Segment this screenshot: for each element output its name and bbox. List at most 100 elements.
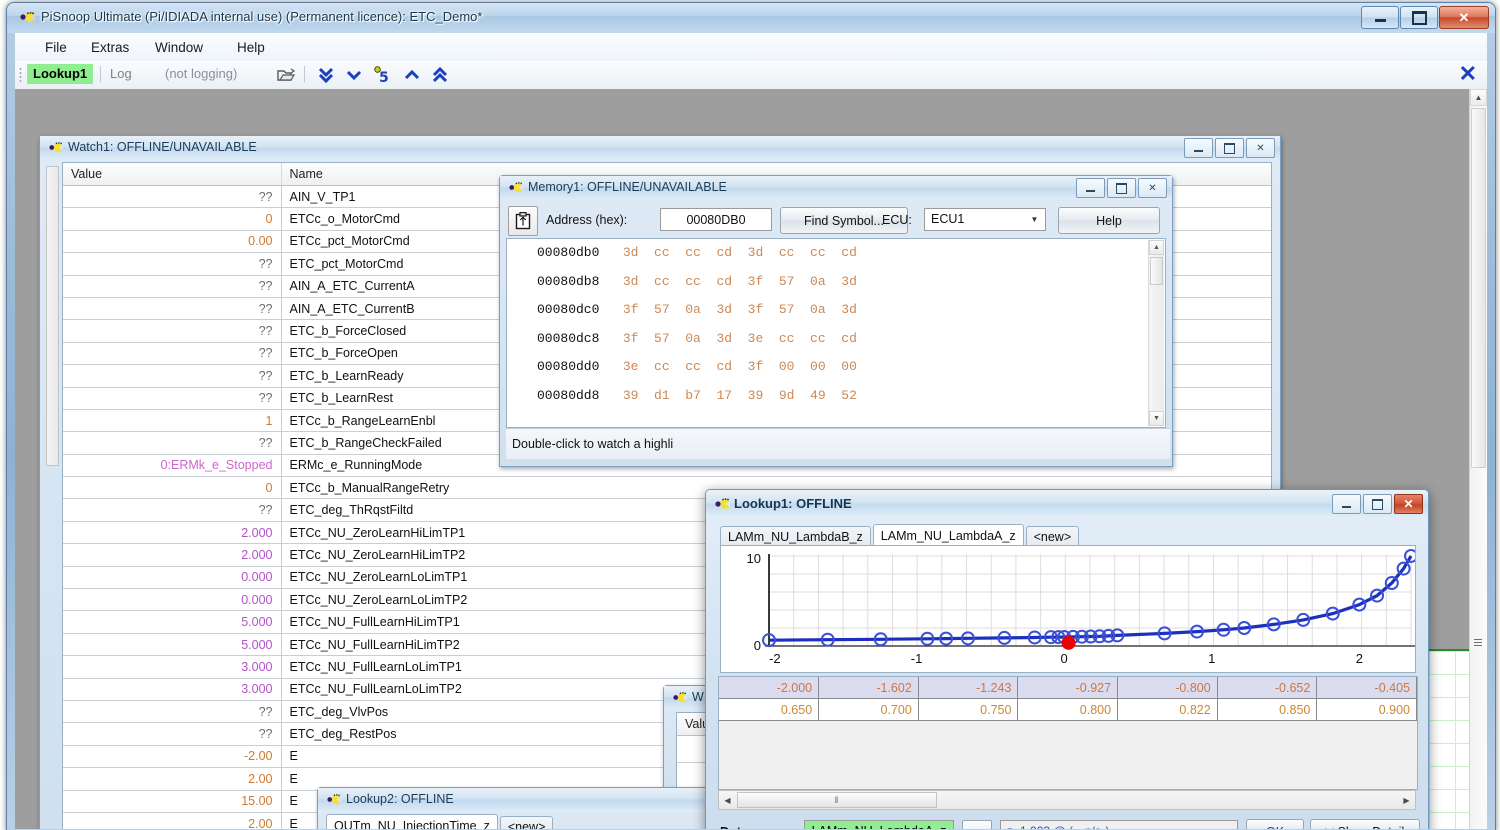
x-cell[interactable]: -1.602 (818, 677, 919, 699)
watch-value-cell[interactable]: -2.00 (63, 745, 282, 769)
y-cell[interactable]: 0.700 (818, 698, 919, 721)
watch-value-cell[interactable]: 0.000 (63, 566, 282, 590)
menu-extras[interactable]: Extras (83, 38, 137, 57)
memory1-maximize-button[interactable] (1107, 178, 1136, 198)
menu-file[interactable]: File (37, 38, 75, 57)
mdi-vertical-scrollbar[interactable]: ▲ (1469, 89, 1487, 829)
close-button[interactable]: ✕ (1439, 6, 1489, 29)
y-cell[interactable]: 0.650 (719, 698, 820, 721)
scroll-up-arrow-icon[interactable]: ▲ (1470, 89, 1487, 106)
memory1-hex-scrollbar[interactable]: ▲ ▼ (1148, 240, 1164, 426)
lookup1-minimize-button[interactable] (1332, 494, 1361, 514)
close-document-icon[interactable]: ✕ (1459, 63, 1477, 85)
watch-value-cell[interactable]: 5.000 (63, 610, 282, 634)
watch-value-cell[interactable]: 1 (63, 409, 282, 433)
watch-value-cell[interactable]: 0.000 (63, 588, 282, 612)
watch-value-cell[interactable]: 0:ERMk_e_Stopped (63, 454, 282, 478)
ok-button[interactable]: OK (1246, 819, 1304, 829)
watch1-minimize-button[interactable] (1184, 138, 1213, 158)
minimize-button[interactable] (1361, 6, 1399, 29)
mdi-scroll-thumb[interactable] (1471, 108, 1486, 468)
memory1-address-input[interactable]: 00080DB0 (660, 208, 772, 231)
data-array-value[interactable]: LAMm_NU_LambdaA_z (804, 820, 954, 829)
clipboard-icon[interactable] (508, 206, 538, 236)
mdi-scroll-grip[interactable] (1474, 639, 1482, 647)
toolbar-log-label[interactable]: Log (110, 66, 132, 81)
y-cell[interactable]: 0.800 (1017, 698, 1119, 721)
watch-value-cell[interactable]: 2.00 (63, 767, 282, 791)
watch-value-cell[interactable]: 2.00 (63, 812, 282, 829)
memory1-minimize-button[interactable] (1076, 178, 1105, 198)
scroll-up-arrow-icon[interactable]: ▲ (1149, 240, 1164, 255)
memory-hex-row[interactable]: 00080db8 3d cc cc cd 3f 57 0a 3d (507, 268, 1165, 297)
watch-value-cell[interactable]: 2.000 (63, 543, 282, 567)
watch1-col-value[interactable]: Value (63, 163, 282, 186)
browse-button[interactable]: ... (962, 820, 992, 829)
y-cell[interactable]: 0.900 (1316, 698, 1417, 721)
menu-help[interactable]: Help (229, 38, 273, 57)
x-cell[interactable]: -0.927 (1017, 677, 1119, 699)
watch-value-cell[interactable]: 0 (63, 207, 282, 231)
x-cell[interactable]: -0.652 (1217, 677, 1318, 699)
watch-value-cell[interactable]: ?? (63, 342, 282, 366)
watch-value-cell[interactable]: ?? (63, 431, 282, 455)
watch-value-cell[interactable]: 5.000 (63, 633, 282, 657)
lookup1-close-button[interactable]: ✕ (1394, 494, 1423, 514)
resync-icon[interactable]: 5 (371, 64, 393, 85)
maximize-button[interactable] (1400, 6, 1438, 29)
memory1-close-button[interactable]: ✕ (1138, 178, 1167, 198)
show-details-button[interactable]: << Show Details (1310, 819, 1420, 829)
watch-value-cell[interactable]: 3.000 (63, 678, 282, 701)
y-cell[interactable]: 0.822 (1117, 698, 1218, 721)
lookup1-horizontal-scrollbar[interactable]: ◀ ‖ ▶ (718, 790, 1416, 810)
x-cell[interactable]: -1.243 (918, 677, 1019, 699)
watch-value-cell[interactable]: ?? (63, 387, 282, 410)
watch-value-cell[interactable]: 2.000 (63, 521, 282, 545)
chevron-down-icon[interactable]: ▼ (1026, 211, 1043, 228)
toolbar-lookup-button[interactable]: Lookup1 (27, 64, 94, 84)
lookup1-data-grid[interactable]: -2.000 -1.602 -1.243 -0.927 -0.800 -0.652 -0.4… (718, 676, 1418, 790)
x-cell[interactable]: -0.405 (1316, 677, 1417, 699)
y-cell[interactable]: 0.750 (918, 698, 1019, 721)
watch1-side-scrollbar[interactable] (46, 166, 59, 466)
watch-value-cell[interactable]: ?? (63, 498, 282, 522)
open-folder-icon[interactable] (275, 64, 297, 85)
lookup1-maximize-button[interactable] (1363, 494, 1392, 514)
lookup1-scroll-thumb[interactable]: ‖ (737, 792, 937, 808)
watch-value-cell[interactable]: ?? (63, 275, 282, 298)
y-cell[interactable]: 0.850 (1217, 698, 1318, 721)
watch-value-cell[interactable]: ?? (63, 297, 282, 321)
watch-value-cell[interactable]: ?? (63, 185, 282, 209)
scroll-left-arrow-icon[interactable]: ◀ (719, 791, 736, 809)
memory-hex-row[interactable]: 00080dc8 3f 57 0a 3d 3e cc cc cd (507, 325, 1165, 354)
memory-hex-row[interactable]: 00080dd0 3e cc cc cd 3f 00 00 00 (507, 353, 1165, 382)
cursor-marker[interactable] (1061, 635, 1076, 650)
memory1-hex-view[interactable]: 00080db0 3d cc cc cd 3d cc cc cd 00080db8… (506, 238, 1166, 428)
double-chevron-down-icon[interactable] (315, 64, 337, 85)
memory-hex-row[interactable]: 00080dc0 3f 57 0a 3d 3f 57 0a 3d (507, 296, 1165, 325)
watch1-close-button[interactable]: ✕ (1246, 138, 1275, 158)
watch-value-cell[interactable]: 3.000 (63, 655, 282, 679)
toolbar-grip[interactable] (19, 67, 22, 83)
x-cell[interactable]: -0.800 (1117, 677, 1218, 699)
memory-hex-row[interactable]: 00080db0 3d cc cc cd 3d cc cc cd (507, 239, 1165, 268)
watch-value-cell[interactable]: 0 (63, 476, 282, 500)
watch-value-cell[interactable]: 0.00 (63, 230, 282, 254)
chevron-down-icon[interactable] (343, 64, 365, 85)
watch-value-cell[interactable]: ?? (63, 722, 282, 746)
memory1-ecu-select[interactable]: ECU1 ▼ (924, 208, 1046, 231)
watch-value-cell[interactable]: ?? (63, 364, 282, 388)
watch-value-cell[interactable]: 15.00 (63, 790, 282, 813)
memory1-scroll-thumb[interactable] (1150, 257, 1163, 285)
watch-value-cell[interactable]: ?? (63, 319, 282, 343)
chevron-up-icon[interactable] (401, 64, 423, 85)
watch-value-cell[interactable]: ?? (63, 700, 282, 724)
lookup2-tab-new[interactable]: <new> (499, 816, 554, 829)
x-cell[interactable]: -2.000 (719, 677, 820, 699)
memory1-help-button[interactable]: Help (1058, 207, 1160, 234)
watch1-maximize-button[interactable] (1215, 138, 1244, 158)
double-chevron-up-icon[interactable] (429, 64, 451, 85)
scroll-right-arrow-icon[interactable]: ▶ (1398, 791, 1415, 809)
menu-window[interactable]: Window (147, 38, 211, 57)
memory-hex-row[interactable]: 00080dd8 39 d1 b7 17 39 9d 49 52 (507, 382, 1165, 411)
